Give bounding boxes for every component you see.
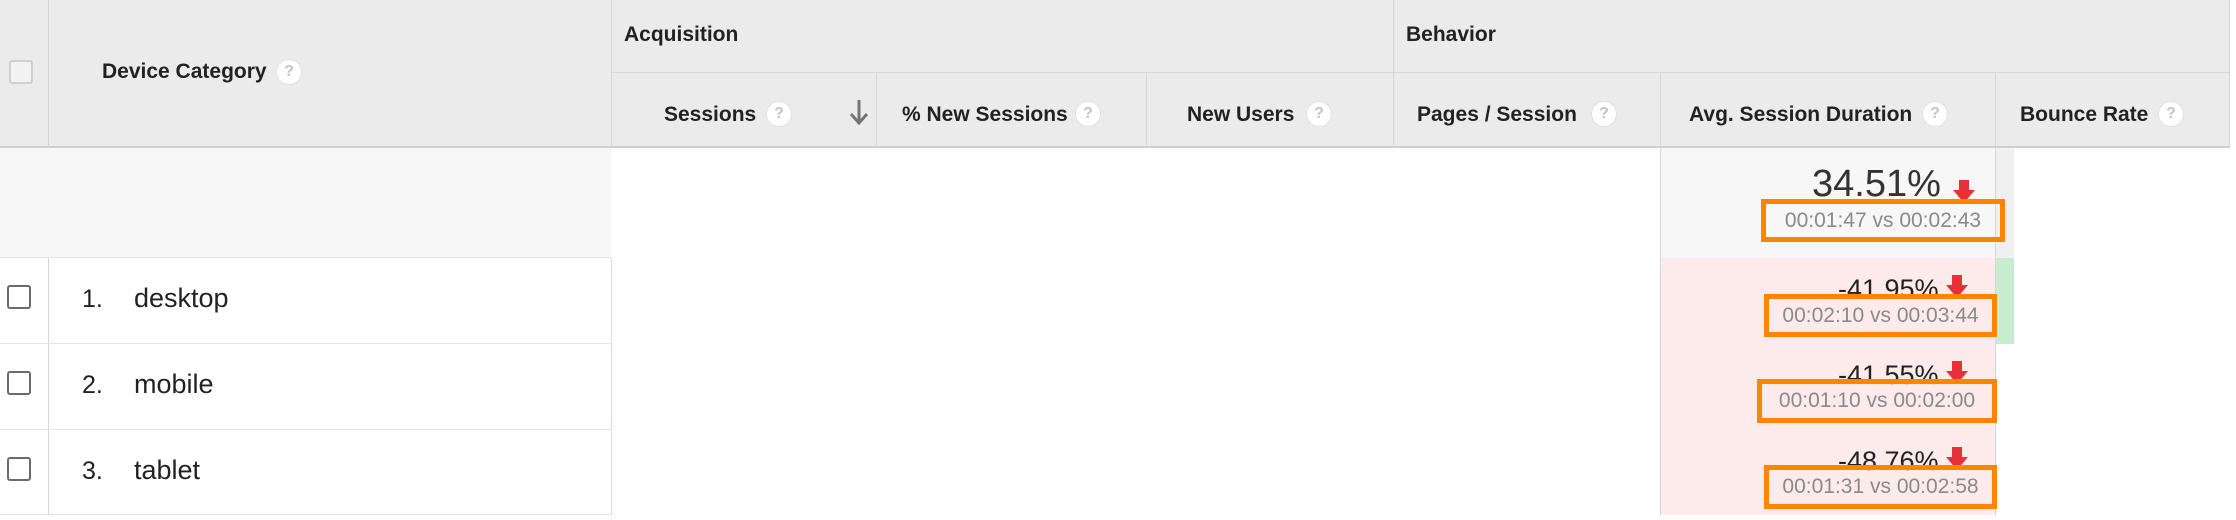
row-tablet-compare-highlight: 00:01:31 vs 00:02:58 xyxy=(1764,465,1997,509)
pct-new-sessions-help-icon[interactable]: ? xyxy=(1075,101,1101,127)
table-right-border xyxy=(2229,0,2230,148)
sessions-help-icon[interactable]: ? xyxy=(766,101,792,127)
row-mobile-compare-highlight: 00:01:10 vs 00:02:00 xyxy=(1757,379,1997,423)
row-checkbox-tablet[interactable] xyxy=(7,457,31,481)
row-desktop-compare-highlight: 00:02:10 vs 00:03:44 xyxy=(1764,294,1997,337)
row-number: 1. xyxy=(82,285,103,313)
pages-session-right-border xyxy=(1660,73,1661,148)
pct-new-sessions-header[interactable]: % New Sessions xyxy=(902,103,1068,127)
device-category-header[interactable]: Device Category xyxy=(102,60,267,84)
device-category-help-icon[interactable]: ? xyxy=(276,59,302,85)
pages-per-session-header[interactable]: Pages / Session xyxy=(1417,103,1577,127)
device-column-right-border xyxy=(611,258,612,515)
row-separator xyxy=(0,514,611,515)
row-checkbox-mobile[interactable] xyxy=(7,371,31,395)
pages-per-session-help-icon[interactable]: ? xyxy=(1591,101,1617,127)
row-separator xyxy=(0,343,611,344)
row-label-mobile[interactable]: mobile xyxy=(134,369,214,400)
sessions-header[interactable]: Sessions xyxy=(664,103,756,127)
bounce-rate-header[interactable]: Bounce Rate xyxy=(2020,103,2148,127)
sort-descending-arrow-icon[interactable] xyxy=(848,98,870,126)
avg-session-duration-header[interactable]: Avg. Session Duration xyxy=(1689,103,1912,127)
new-sessions-right-border xyxy=(1146,73,1147,148)
summary-row xyxy=(0,148,611,258)
row-desktop-right-strip xyxy=(1996,258,2014,344)
acquisition-group-label: Acquisition xyxy=(624,23,739,46)
behavior-group-label: Behavior xyxy=(1406,23,1496,46)
acquisition-left-border xyxy=(611,0,612,148)
behavior-left-border xyxy=(1393,0,1394,148)
select-all-checkbox[interactable] xyxy=(9,60,33,84)
avg-session-duration-help-icon[interactable]: ? xyxy=(1922,101,1948,127)
row-checkbox-desktop[interactable] xyxy=(7,285,31,309)
row-number: 3. xyxy=(82,457,103,485)
summary-row-border xyxy=(0,257,611,258)
new-users-header[interactable]: New Users xyxy=(1187,103,1294,127)
summary-compare-highlight: 00:01:47 vs 00:02:43 xyxy=(1761,199,2005,242)
sessions-right-border xyxy=(876,73,877,148)
new-users-help-icon[interactable]: ? xyxy=(1306,101,1332,127)
row-label-tablet[interactable]: tablet xyxy=(134,455,200,486)
bounce-rate-help-icon[interactable]: ? xyxy=(2158,101,2184,127)
row-number: 2. xyxy=(82,371,103,399)
header-group-divider xyxy=(611,72,2230,73)
row-separator xyxy=(0,429,611,430)
row-label-desktop[interactable]: desktop xyxy=(134,283,229,314)
